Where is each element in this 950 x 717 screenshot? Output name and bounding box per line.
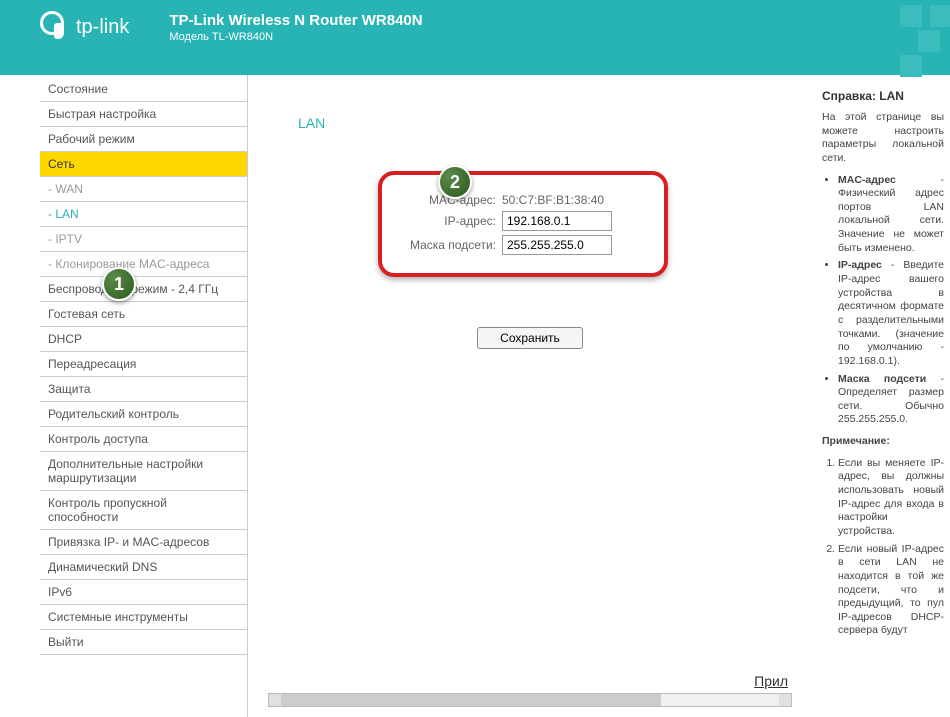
mask-input[interactable] <box>502 235 612 255</box>
nav-access-control[interactable]: Контроль доступа <box>40 427 247 452</box>
nav-iptv[interactable]: - IPTV <box>40 227 247 252</box>
nav-security[interactable]: Защита <box>40 377 247 402</box>
nav-wireless[interactable]: Беспроводной режим - 2,4 ГГц <box>40 277 247 302</box>
nav-forwarding[interactable]: Переадресация <box>40 352 247 377</box>
nav-bandwidth[interactable]: Контроль пропускной способности <box>40 491 247 530</box>
nav-guest-network[interactable]: Гостевая сеть <box>40 302 247 327</box>
nav-status[interactable]: Состояние <box>40 77 247 102</box>
status-text: Прил <box>754 673 788 689</box>
help-mac: MAC-адрес - Физический адрес портов LAN … <box>838 174 944 256</box>
help-note-1: Если вы меняете IP-адрес, вы должны испо… <box>838 457 944 539</box>
nav-lan[interactable]: - LAN <box>40 202 247 227</box>
page-title: LAN <box>298 115 792 131</box>
help-intro: На этой странице вы можете настроить пар… <box>822 111 944 166</box>
help-panel: Справка: LAN На этой странице вы можете … <box>812 75 950 717</box>
nav-network[interactable]: Сеть <box>40 152 247 177</box>
annotation-badge-2: 2 <box>438 165 472 199</box>
lan-settings-box: MAC-адрес: 50:C7:BF:B1:38:40 IP-адрес: М… <box>378 171 668 277</box>
nav-mac-clone[interactable]: - Клонирование MAC-адреса <box>40 252 247 277</box>
nav-advanced-routing[interactable]: Дополнительные настройки маршрутизации <box>40 452 247 491</box>
nav-ip-mac-binding[interactable]: Привязка IP- и MAC-адресов <box>40 530 247 555</box>
annotation-badge-1: 1 <box>102 267 136 301</box>
mask-label: Маска подсети: <box>402 238 502 252</box>
ip-input[interactable] <box>502 211 612 231</box>
nav-parental[interactable]: Родительский контроль <box>40 402 247 427</box>
nav-dhcp[interactable]: DHCP <box>40 327 247 352</box>
product-title: TP-Link Wireless N Router WR840N <box>169 12 422 29</box>
help-ip: IP-адрес - Введите IP-адрес вашего устро… <box>838 259 944 368</box>
brand-text: tp-link <box>76 16 129 39</box>
nav-ddns[interactable]: Динамический DNS <box>40 555 247 580</box>
mac-value: 50:C7:BF:B1:38:40 <box>502 193 604 207</box>
tplink-logo-icon <box>40 13 70 43</box>
brand-logo: tp-link <box>40 13 129 43</box>
nav-quick-setup[interactable]: Быстрая настройка <box>40 102 247 127</box>
nav-system-tools[interactable]: Системные инструменты <box>40 605 247 630</box>
product-model: Модель TL-WR840N <box>169 31 422 43</box>
nav-logout[interactable]: Выйти <box>40 630 247 655</box>
save-button[interactable]: Сохранить <box>477 327 583 349</box>
nav-wan[interactable]: - WAN <box>40 177 247 202</box>
help-note-2: Если новый IP-адрес в сети LAN не находи… <box>838 543 944 638</box>
nav-ipv6[interactable]: IPv6 <box>40 580 247 605</box>
help-note-title: Примечание: <box>822 435 944 449</box>
ip-label: IP-адрес: <box>402 214 502 228</box>
help-mask: Маска подсети - Определяет размер сети. … <box>838 373 944 428</box>
help-title: Справка: LAN <box>822 89 944 103</box>
nav-work-mode[interactable]: Рабочий режим <box>40 127 247 152</box>
main-panel: LAN MAC-адрес: 50:C7:BF:B1:38:40 IP-адре… <box>248 75 812 717</box>
horizontal-scrollbar[interactable] <box>268 693 792 707</box>
header: tp-link TP-Link Wireless N Router WR840N… <box>0 0 950 75</box>
sidebar-nav: Состояние Быстрая настройка Рабочий режи… <box>0 75 248 717</box>
